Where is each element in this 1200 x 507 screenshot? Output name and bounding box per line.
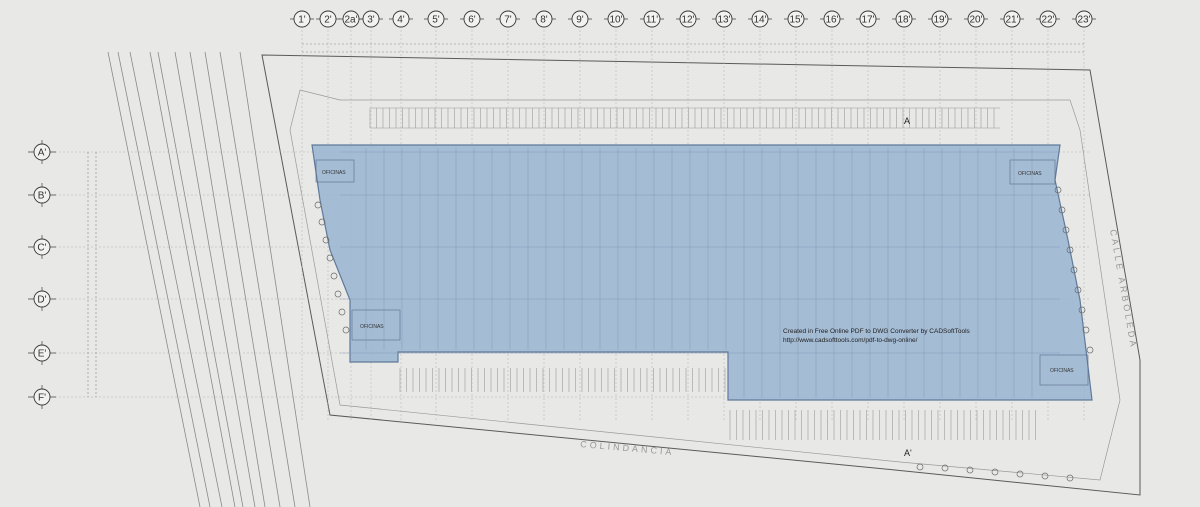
column-bubble-label: 5' [432,15,440,26]
row-bubble-label: B' [38,191,47,202]
column-bubble-label: 23' [1077,15,1090,26]
column-bubble-label: 16' [825,15,838,26]
row-bubble-label: E' [38,349,47,360]
column-bubble: 6' [460,10,484,28]
column-bubble: 1' [290,10,314,28]
highway-lines [107,51,311,507]
row-grid-bubbles: A' B' C' D' E' F' [28,140,56,409]
plan-drawing: OFICINAS OFICINAS OFICINAS OFICINAS 1' 2'… [28,10,1141,507]
row-bubble: A' [28,140,56,164]
column-bubble: 16' [820,10,844,28]
tree-symbol [314,201,322,209]
column-bubble: 2' [316,10,340,28]
column-bubble-label: 12' [681,15,694,26]
column-bubble: 9' [568,10,592,28]
column-bubble: 17' [856,10,880,28]
column-bubble: 18' [892,10,916,28]
column-bubble: 23' [1072,10,1096,28]
column-bubble-label: 18' [897,15,910,26]
section-mark-top: A [904,116,910,126]
office-label-ne: OFICINAS [1018,171,1042,177]
row-bubble-label: A' [38,148,47,159]
column-bubble: 19' [928,10,952,28]
row-bubble: C' [28,235,56,259]
column-bubble-label: 10' [609,15,622,26]
tree-symbol [342,326,350,334]
tree-symbol [991,468,999,476]
column-bubble-label: 7' [504,15,512,26]
column-bubble: 5' [424,10,448,28]
street-label-bottom: COLINDANCIA [580,439,675,457]
column-bubble: 12' [676,10,700,28]
column-bubble-label: 17' [861,15,874,26]
column-bubble-label: 19' [933,15,946,26]
section-mark-bottom: A' [904,448,912,458]
column-bubble-label: 2a' [344,15,357,26]
column-bubble-label: 20' [969,15,982,26]
row-bubble-label: D' [37,295,46,306]
tree-symbol [1066,474,1074,482]
column-grid-bubbles: 1' 2' 2a' 3' 4' 5' 6' 7' 8' 9' 10' 11' 12' 13' 14' 15' 1… [290,10,1096,28]
row-bubble: F' [28,385,56,409]
column-bubble: 21' [1000,10,1024,28]
tree-symbol [966,466,974,474]
column-bubble-label: 9' [576,15,584,26]
column-bubble: 4' [389,10,413,28]
column-bubble-label: 2' [324,15,332,26]
office-label-se: OFICINAS [1050,368,1074,374]
tree-symbol [334,290,342,298]
column-bubble-label: 1' [298,15,306,26]
tree-symbol [916,463,924,471]
column-bubble-label: 22' [1041,15,1054,26]
watermark-line-2: http://www.cadsofttools.com/pdf-to-dwg-o… [783,337,918,344]
tree-symbol [338,308,346,316]
column-bubble: 10' [604,10,628,28]
column-bubble: 14' [748,10,772,28]
row-bubble: B' [28,183,56,207]
column-bubble-label: 4' [397,15,405,26]
column-bubble: 13' [712,10,736,28]
tree-symbol [330,272,338,280]
column-bubble-label: 11' [646,15,658,26]
column-bubble-label: 6' [468,15,476,26]
column-bubble-label: 14' [753,15,766,26]
column-bubble: 20' [964,10,988,28]
tree-symbol [1041,472,1049,480]
watermark-line-1: Created in Free Online PDF to DWG Conver… [783,328,971,335]
column-bubble-label: 3' [367,15,375,26]
column-bubble-label: 8' [540,15,548,26]
row-bubble: D' [28,287,56,311]
column-bubble: 8' [532,10,556,28]
row-bubble: E' [28,341,56,365]
row-bubble-label: C' [37,243,46,254]
column-bubble: 15' [784,10,808,28]
office-label-sw: OFICINAS [360,324,384,330]
column-bubble-label: 15' [789,15,802,26]
tree-symbol [1016,470,1024,478]
street-label-right: CALLE ARBOLEDA [1108,229,1139,350]
column-bubble: 3' [359,10,383,28]
tree-symbol [1086,346,1094,354]
column-bubble: 7' [496,10,520,28]
column-bubble-label: 13' [717,15,730,26]
column-bubble-label: 21' [1005,15,1018,26]
column-bubble: 11' [640,10,664,28]
column-bubble: 22' [1036,10,1060,28]
office-label-nw: OFICINAS [322,170,346,176]
warehouse-footprint [311,144,1093,401]
floor-plan: OFICINAS OFICINAS OFICINAS OFICINAS 1' 2'… [0,0,1200,507]
row-bubble-label: F' [38,393,46,404]
